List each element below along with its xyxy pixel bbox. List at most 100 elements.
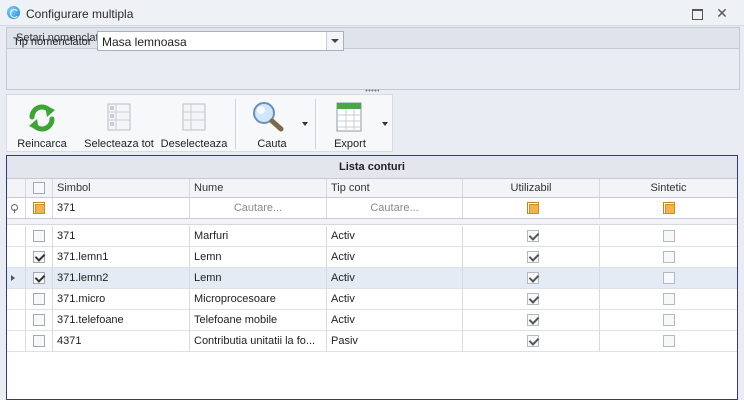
toolbar: Reincarca Selecteaza tot Deselecteaza Ca… <box>6 94 393 152</box>
window-title: Configurare multipla <box>26 7 134 21</box>
filter-select-cell[interactable] <box>26 198 53 218</box>
utilizabil-checkbox <box>527 335 539 347</box>
row-select-checkbox[interactable] <box>33 335 45 347</box>
sintetic-checkbox <box>663 293 675 305</box>
cell-simbol[interactable]: 4371 <box>53 331 190 351</box>
deselect-label: Deselecteaza <box>160 138 228 150</box>
utilizabil-checkbox <box>527 293 539 305</box>
cell-nume[interactable]: Telefoane mobile <box>190 310 327 330</box>
tip-nomenclator-label: Tip nomenclator <box>13 36 92 48</box>
cell-utilizabil <box>463 268 600 288</box>
table-row[interactable]: 371.micro Microprocesoare Activ <box>7 289 737 310</box>
utilizabil-checkbox <box>527 272 539 284</box>
row-select-checkbox[interactable] <box>33 293 45 305</box>
title-bar: Configurare multipla ✕ <box>0 0 744 26</box>
cell-tip-cont[interactable]: Activ <box>327 289 463 309</box>
reload-button[interactable]: Reincarca <box>11 95 73 151</box>
filter-utilizabil-checkbox[interactable] <box>527 202 539 214</box>
cell-simbol[interactable]: 371.telefoane <box>53 310 190 330</box>
filter-sintetic-checkbox[interactable] <box>663 202 675 214</box>
grid-caption: Lista conturi <box>7 156 737 179</box>
row-indicator <box>7 268 26 288</box>
reload-label: Reincarca <box>17 138 67 150</box>
filter-separator <box>7 219 737 225</box>
cell-sintetic <box>600 289 737 309</box>
splitter-grip[interactable] <box>365 89 379 92</box>
cell-simbol[interactable]: 371 <box>53 226 190 246</box>
row-select-cell[interactable] <box>26 331 53 351</box>
export-dropdown-icon[interactable] <box>382 122 388 126</box>
search-label: Cauta <box>257 138 287 150</box>
app-icon <box>7 6 20 19</box>
row-select-checkbox[interactable] <box>33 314 45 326</box>
cell-nume[interactable]: Marfuri <box>190 226 327 246</box>
table-row[interactable]: 371.lemn1 Lemn Activ <box>7 247 737 268</box>
row-select-checkbox[interactable] <box>33 272 45 284</box>
column-header-simbol[interactable]: Simbol <box>53 179 190 197</box>
filter-tip-input[interactable]: Cautare... <box>327 198 463 218</box>
sintetic-checkbox <box>663 230 675 242</box>
cell-sintetic <box>600 268 737 288</box>
deselect-button[interactable]: Deselecteaza <box>157 95 231 151</box>
restore-icon[interactable] <box>690 6 704 20</box>
row-indicator <box>7 247 26 267</box>
table-row[interactable]: 371 Marfuri Activ <box>7 226 737 247</box>
export-label: Export <box>334 138 366 150</box>
select-all-button[interactable]: Selecteaza tot <box>81 95 157 151</box>
export-button[interactable]: Export <box>319 95 381 151</box>
row-select-cell[interactable] <box>26 310 53 330</box>
reload-icon <box>29 104 55 132</box>
filter-sintetic-cell[interactable] <box>600 198 737 218</box>
cell-utilizabil <box>463 226 600 246</box>
row-select-cell[interactable] <box>26 289 53 309</box>
cell-tip-cont[interactable]: Activ <box>327 310 463 330</box>
row-select-cell[interactable] <box>26 226 53 246</box>
select-all-checkbox[interactable] <box>33 182 45 194</box>
cell-utilizabil <box>463 247 600 267</box>
utilizabil-checkbox <box>527 230 539 242</box>
search-dropdown-icon[interactable] <box>302 122 308 126</box>
cell-simbol[interactable]: 371.lemn2 <box>53 268 190 288</box>
cell-sintetic <box>600 226 737 246</box>
column-header-tip-cont[interactable]: Tip cont <box>327 179 463 197</box>
search-button[interactable]: Cauta <box>241 95 303 151</box>
column-header-sintetic[interactable]: Sintetic <box>600 179 737 197</box>
cell-tip-cont[interactable]: Activ <box>327 268 463 288</box>
table-row[interactable]: 371.lemn2 Lemn Activ <box>7 268 737 289</box>
grid-header-row: Simbol Nume Tip cont Utilizabil Sintetic <box>7 179 737 198</box>
cell-nume[interactable]: Microprocesoare <box>190 289 327 309</box>
grid-filter-row: 371 Cautare... Cautare... <box>7 198 737 219</box>
tip-nomenclator-dropdown[interactable]: Masa lemnoasa <box>97 31 344 51</box>
cell-utilizabil <box>463 331 600 351</box>
cell-tip-cont[interactable]: Pasiv <box>327 331 463 351</box>
row-select-checkbox[interactable] <box>33 251 45 263</box>
filter-select-checkbox[interactable] <box>33 202 45 214</box>
column-header-utilizabil[interactable]: Utilizabil <box>463 179 600 197</box>
cell-tip-cont[interactable]: Activ <box>327 226 463 246</box>
cell-tip-cont[interactable]: Activ <box>327 247 463 267</box>
row-select-checkbox[interactable] <box>33 230 45 242</box>
sintetic-checkbox <box>663 314 675 326</box>
cell-nume[interactable]: Contributia unitatii la fo... <box>190 331 327 351</box>
cell-simbol[interactable]: 371.micro <box>53 289 190 309</box>
cell-nume[interactable]: Lemn <box>190 268 327 288</box>
row-indicator <box>7 289 26 309</box>
filter-utilizabil-cell[interactable] <box>463 198 600 218</box>
cell-utilizabil <box>463 289 600 309</box>
table-row[interactable]: 371.telefoane Telefoane mobile Activ <box>7 310 737 331</box>
column-header-nume[interactable]: Nume <box>190 179 327 197</box>
cell-simbol[interactable]: 371.lemn1 <box>53 247 190 267</box>
cell-utilizabil <box>463 310 600 330</box>
cell-nume[interactable]: Lemn <box>190 247 327 267</box>
toolbar-separator <box>315 99 316 149</box>
row-select-cell[interactable] <box>26 247 53 267</box>
filter-simbol-input[interactable]: 371 <box>53 198 190 218</box>
utilizabil-checkbox <box>527 314 539 326</box>
row-select-cell[interactable] <box>26 268 53 288</box>
filter-nume-input[interactable]: Cautare... <box>190 198 327 218</box>
chevron-down-icon[interactable] <box>326 32 343 50</box>
table-row[interactable]: 4371 Contributia unitatii la fo... Pasiv <box>7 331 737 352</box>
close-icon[interactable]: ✕ <box>715 6 729 20</box>
cell-sintetic <box>600 331 737 351</box>
select-all-header-cell[interactable] <box>26 179 53 197</box>
